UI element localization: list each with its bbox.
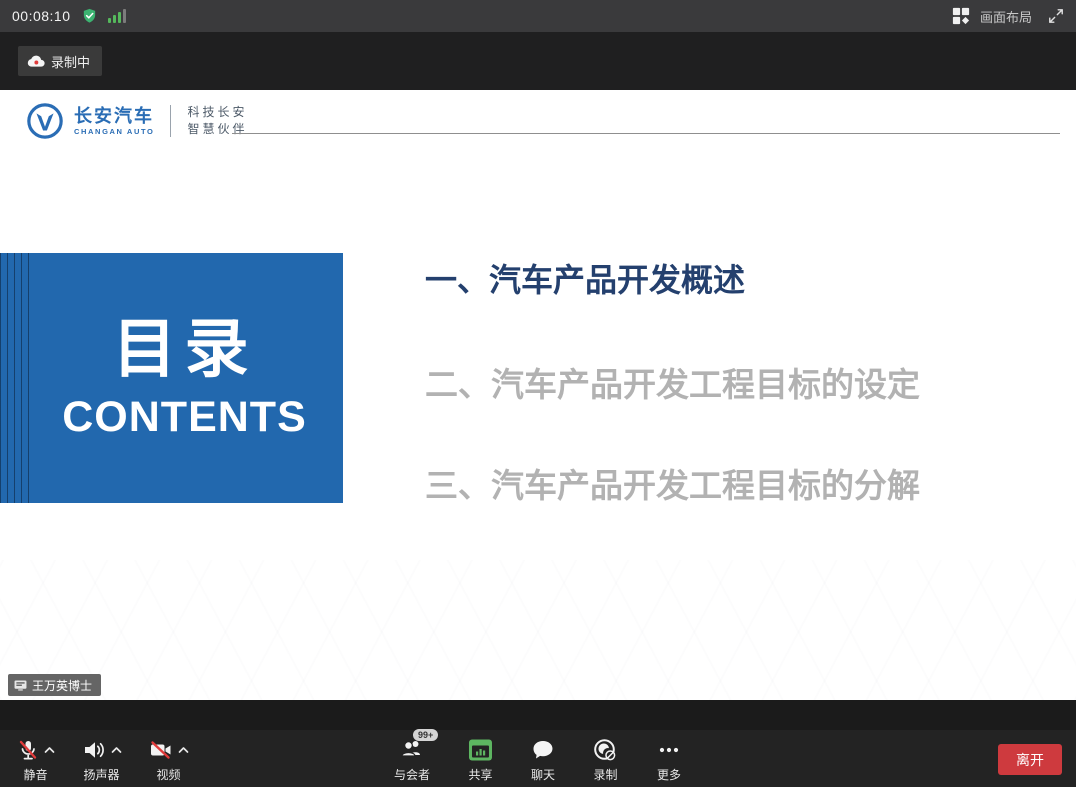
video-button[interactable]: 视频 xyxy=(148,735,189,783)
leave-meeting-button[interactable]: 离开 xyxy=(998,744,1062,775)
brand-name-cn: 长安汽车 xyxy=(74,107,154,125)
expand-fullscreen-icon[interactable] xyxy=(1048,8,1064,24)
participants-label: 与会者 xyxy=(394,766,430,783)
cloud-recording-icon xyxy=(27,54,45,68)
contents-title-en: CONTENTS xyxy=(62,393,307,442)
speaker-options-chevron[interactable] xyxy=(111,746,122,754)
share-screen-icon xyxy=(468,738,493,762)
video-options-chevron[interactable] xyxy=(178,746,189,754)
record-status-icon xyxy=(593,738,618,763)
mute-button[interactable]: 静音 xyxy=(16,735,55,783)
tagline-line2: 智慧伙伴 xyxy=(187,123,247,137)
bottom-toolbar: 静音 扬声器 xyxy=(0,730,1076,787)
meeting-timer: 00:08:10 xyxy=(12,8,71,24)
recording-badge-label: 录制中 xyxy=(51,52,90,71)
share-screen-button[interactable]: 共享 xyxy=(468,735,493,783)
chat-button[interactable]: 聊天 xyxy=(531,735,555,783)
presenter-badge: 王万英博士 xyxy=(8,674,101,696)
speaker-icon xyxy=(81,738,107,762)
security-shield-icon[interactable] xyxy=(81,7,98,25)
mute-label: 静音 xyxy=(23,766,47,783)
video-label: 视频 xyxy=(156,766,180,783)
speaker-label: 扬声器 xyxy=(83,766,119,783)
chat-label: 聊天 xyxy=(531,766,555,783)
meeting-window: 00:08:10 画面布局 录制中 xyxy=(0,0,1076,787)
mic-options-chevron[interactable] xyxy=(44,746,55,754)
layout-grid-icon[interactable] xyxy=(952,7,970,25)
camera-off-icon xyxy=(148,738,174,762)
chat-bubble-icon xyxy=(531,738,555,762)
shared-slide: 长安汽车 CHANGAN AUTO 科技长安 智慧伙伴 目录 CONTENTS … xyxy=(0,90,1076,700)
record-button[interactable]: 录制 xyxy=(593,735,618,783)
toc-item-1: 一、汽车产品开发概述 xyxy=(425,255,745,301)
layout-label[interactable]: 画面布局 xyxy=(980,7,1032,26)
changan-emblem-icon xyxy=(26,102,64,140)
participants-count-badge: 99+ xyxy=(413,729,438,742)
top-status-bar: 00:08:10 画面布局 xyxy=(0,0,1076,32)
tagline-line1: 科技长安 xyxy=(187,106,247,120)
brand-name-en: CHANGAN AUTO xyxy=(74,128,154,136)
header-rule xyxy=(232,133,1060,134)
recording-status-badge[interactable]: 录制中 xyxy=(18,46,102,76)
more-dots-icon xyxy=(656,738,682,762)
screen-share-icon xyxy=(14,680,27,691)
contents-box-spine xyxy=(0,253,30,503)
slide-watermark xyxy=(0,560,1076,700)
bottom-gap-strip xyxy=(0,700,1076,730)
more-button[interactable]: 更多 xyxy=(656,735,682,783)
network-signal-icon xyxy=(108,9,126,23)
microphone-muted-icon xyxy=(16,738,40,762)
speaker-button[interactable]: 扬声器 xyxy=(81,735,122,783)
more-label: 更多 xyxy=(657,766,681,783)
presenter-name: 王万英博士 xyxy=(32,677,92,694)
recording-bar: 录制中 xyxy=(0,32,1076,90)
participants-button[interactable]: 99+ 与会者 xyxy=(394,735,430,783)
contents-box: 目录 CONTENTS xyxy=(0,253,343,503)
share-label: 共享 xyxy=(468,766,492,783)
toc-item-3: 三、汽车产品开发工程目标的分解 xyxy=(425,459,920,507)
logo-divider xyxy=(170,105,171,137)
toc-item-2: 二、汽车产品开发工程目标的设定 xyxy=(425,358,920,406)
contents-title-cn: 目录 xyxy=(113,314,257,384)
changan-logo: 长安汽车 CHANGAN AUTO 科技长安 智慧伙伴 xyxy=(26,102,247,140)
record-label: 录制 xyxy=(594,766,618,783)
